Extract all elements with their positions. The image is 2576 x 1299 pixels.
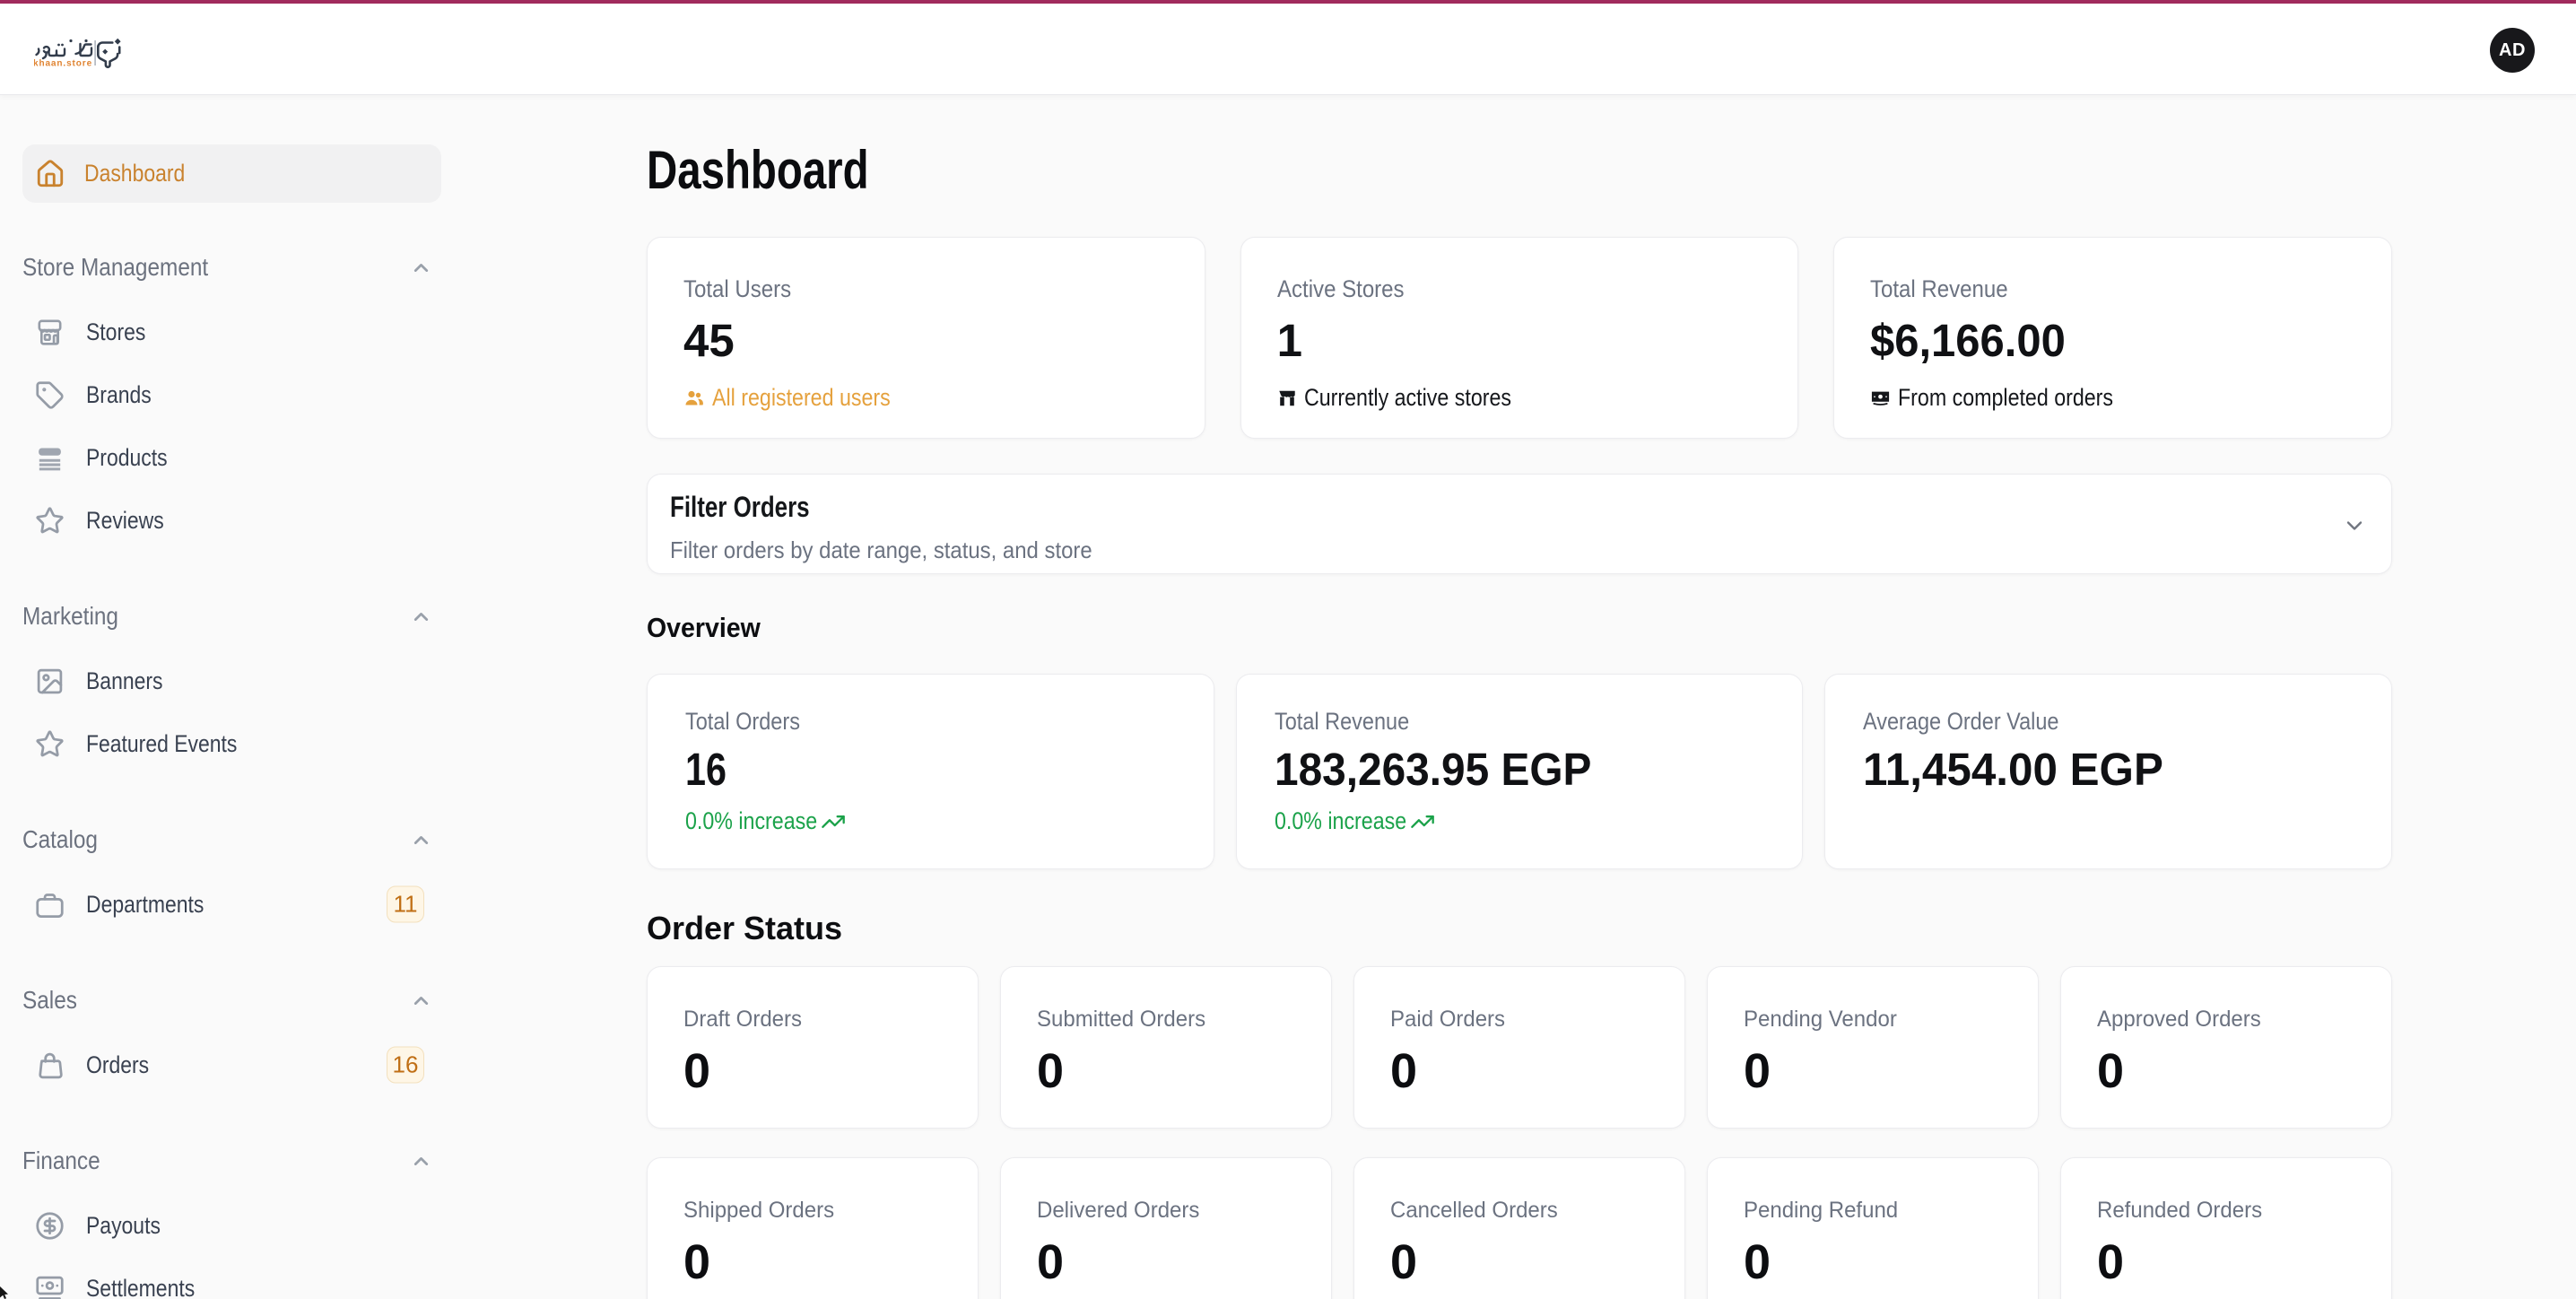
svg-text:khaan.store: khaan.store [34,59,92,69]
